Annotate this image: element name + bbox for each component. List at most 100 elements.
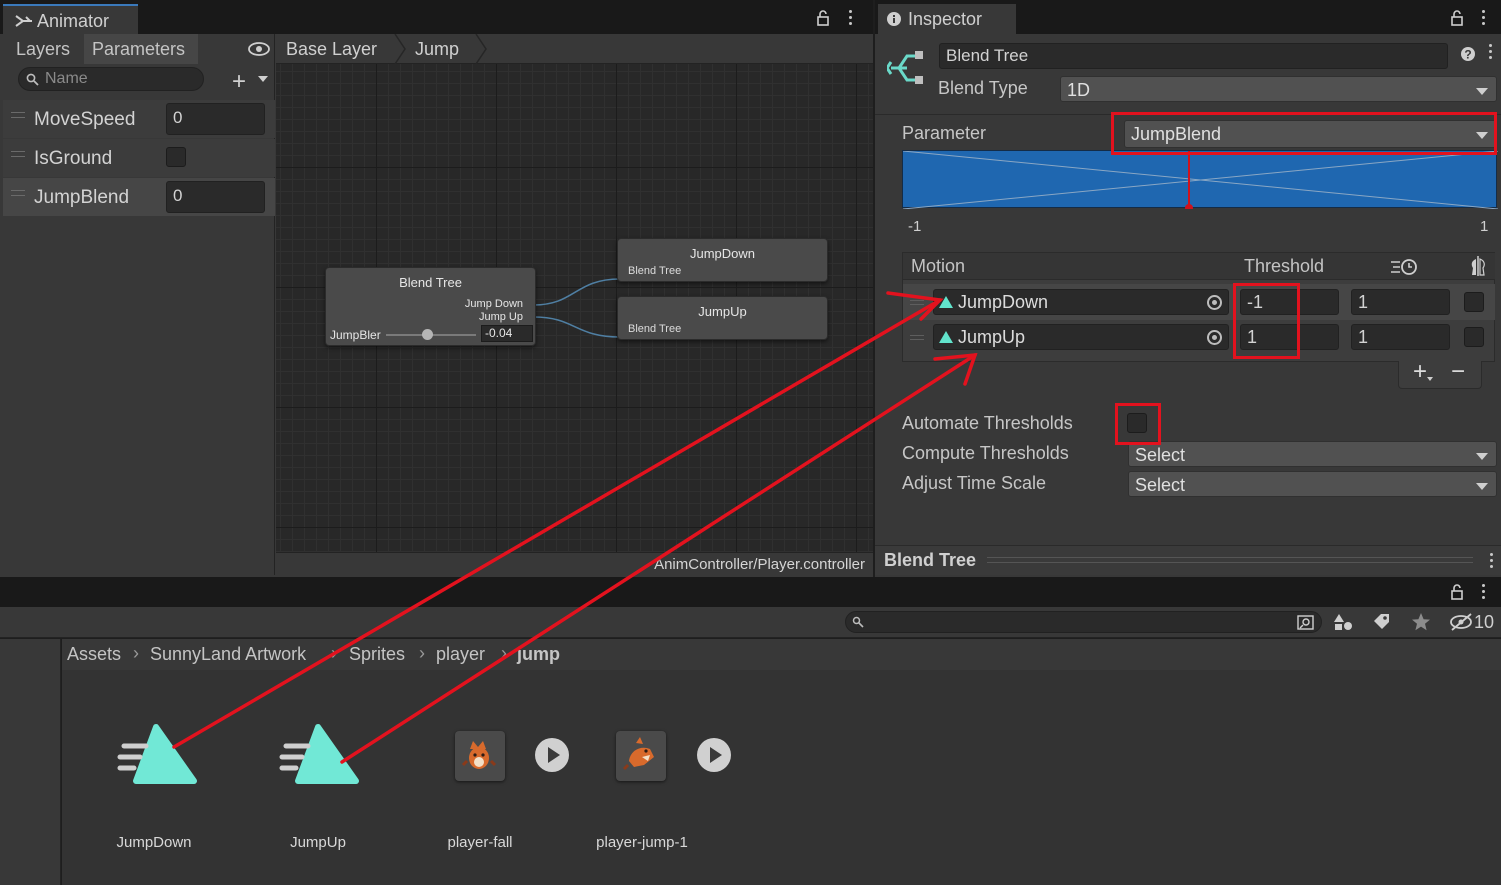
project-folder-tree xyxy=(0,639,61,885)
asset-jumpup[interactable] xyxy=(266,715,366,795)
blend-tree-name-field[interactable]: Blend Tree xyxy=(939,43,1448,69)
adjust-time-scale-label: Adjust Time Scale xyxy=(902,473,1047,493)
object-picker-icon[interactable] xyxy=(1207,330,1222,345)
jumpblend-value-field[interactable]: 0 xyxy=(166,181,265,213)
breadcrumb-jump[interactable]: jump xyxy=(517,644,560,665)
fox-sprite-icon xyxy=(622,737,654,771)
asset-jumpdown[interactable] xyxy=(104,715,204,795)
preview-menu-icon[interactable] xyxy=(1490,553,1494,571)
chevron-right-icon: › xyxy=(419,643,425,663)
inspector-menu-icon[interactable] xyxy=(1482,10,1486,28)
isground-checkbox[interactable] xyxy=(166,147,186,167)
animator-tab[interactable]: Animator xyxy=(3,4,138,34)
preview-header[interactable]: Blend Tree xyxy=(875,545,1501,575)
hidden-count: 10 xyxy=(1474,612,1495,632)
play-icon[interactable] xyxy=(535,738,569,772)
project-toolbar: 10 xyxy=(0,607,1501,638)
movespeed-value-field[interactable]: 0 xyxy=(166,103,265,135)
breadcrumb-jump[interactable]: Jump xyxy=(415,39,459,60)
range-max-label: 1 xyxy=(1480,218,1489,235)
animator-title: Animator xyxy=(37,11,110,31)
asset-label: player-fall xyxy=(447,834,513,851)
breadcrumb-sprites[interactable]: Sprites xyxy=(349,644,405,665)
adjust-time-scale-value: Select xyxy=(1135,475,1186,495)
animation-clip-icon xyxy=(939,331,953,343)
blend-type-label: Blend Type xyxy=(938,78,1028,98)
tab-layers[interactable]: Layers xyxy=(8,34,84,64)
filter-by-label-icon[interactable] xyxy=(1372,613,1392,631)
breadcrumb-player[interactable]: player xyxy=(436,644,485,665)
breadcrumb-assets[interactable]: Assets xyxy=(67,644,121,665)
motion-field-jumpup[interactable]: JumpUp xyxy=(933,324,1229,350)
annotation-automate-box xyxy=(1115,403,1161,445)
asset-player-jump-1[interactable] xyxy=(616,731,666,781)
parameter-name: MoveSpeed xyxy=(34,109,136,130)
asset-player-fall[interactable] xyxy=(455,731,505,781)
favorites-star-icon[interactable] xyxy=(1411,612,1431,632)
parameter-label: Parameter xyxy=(902,123,987,143)
project-header xyxy=(0,577,1501,607)
breadcrumb-base-layer[interactable]: Base Layer xyxy=(286,39,377,60)
inspector-tab[interactable]: Inspector xyxy=(878,4,1016,34)
adjust-time-scale-dropdown[interactable]: Select xyxy=(1128,471,1497,497)
object-picker-icon[interactable] xyxy=(1207,295,1222,310)
animation-clip-icon xyxy=(279,724,359,784)
breadcrumb-separator-icon xyxy=(475,34,487,64)
blend-weight-lines xyxy=(902,150,1499,212)
fox-sprite-icon xyxy=(461,741,497,769)
remove-motion-button[interactable]: − xyxy=(1451,358,1465,386)
jumpup-node[interactable]: JumpUp Blend Tree xyxy=(617,296,828,340)
drag-handle-icon[interactable] xyxy=(11,112,25,118)
annotation-parameter-box xyxy=(1111,112,1497,155)
asset-label: JumpUp xyxy=(290,834,346,851)
compute-thresholds-dropdown[interactable]: Select xyxy=(1128,441,1497,467)
mirror-checkbox-jumpdown[interactable] xyxy=(1464,292,1484,312)
annotation-threshold-box xyxy=(1233,283,1300,359)
node-param-label: JumpBler xyxy=(330,328,381,342)
filter-by-type-icon[interactable] xyxy=(1333,613,1353,631)
blend-graph[interactable] xyxy=(902,150,1499,212)
tab-parameters[interactable]: Parameters xyxy=(84,34,198,64)
project-search-input[interactable] xyxy=(845,611,1322,633)
blend-tree-node[interactable]: Blend Tree Jump Down Jump Up JumpBler -0… xyxy=(325,267,536,346)
asset-label: player-jump-1 xyxy=(596,834,688,851)
node-title: Blend Tree xyxy=(399,275,462,290)
eye-icon[interactable] xyxy=(247,41,271,57)
chevron-down-icon xyxy=(1476,453,1488,460)
list-add-remove: + − xyxy=(1398,358,1482,389)
drag-handle-icon[interactable] xyxy=(910,335,924,340)
search-options-icon[interactable] xyxy=(1297,614,1315,630)
hidden-packages-icon[interactable] xyxy=(1450,613,1474,631)
speed-field-jumpup[interactable]: 1 xyxy=(1351,324,1450,350)
add-motion-dropdown-icon[interactable] xyxy=(1427,377,1433,381)
speed-field-jumpdown[interactable]: 1 xyxy=(1351,289,1450,315)
play-icon[interactable] xyxy=(697,738,731,772)
parameter-search-input[interactable]: Name xyxy=(18,67,204,91)
lock-icon[interactable] xyxy=(1450,10,1464,26)
drag-handle-icon[interactable] xyxy=(11,151,25,157)
blend-type-value: 1D xyxy=(1067,80,1091,100)
animator-menu-icon[interactable] xyxy=(849,10,853,28)
jumpdown-node[interactable]: JumpDown Blend Tree xyxy=(617,238,828,282)
parameter-row-isground[interactable]: IsGround xyxy=(3,139,275,177)
lock-icon[interactable] xyxy=(816,10,830,26)
node-title: JumpDown xyxy=(689,246,756,261)
drag-handle-icon[interactable] xyxy=(11,190,25,196)
drag-handle-icon[interactable] xyxy=(910,300,924,305)
add-parameter-dropdown-icon[interactable] xyxy=(258,76,268,82)
node-param-value[interactable]: -0.04 xyxy=(481,325,533,342)
info-icon xyxy=(887,12,901,26)
node-slider-handle[interactable] xyxy=(422,329,433,340)
project-menu-icon[interactable] xyxy=(1482,584,1486,602)
motion-field-jumpdown[interactable]: JumpDown xyxy=(933,289,1229,315)
help-icon[interactable]: ? xyxy=(1460,46,1476,62)
breadcrumb-sunnyland[interactable]: SunnyLand Artwork xyxy=(150,644,306,665)
add-motion-button[interactable]: + xyxy=(1413,358,1427,386)
blend-type-dropdown[interactable]: 1D xyxy=(1060,76,1497,102)
mirror-checkbox-jumpup[interactable] xyxy=(1464,327,1484,347)
lock-icon[interactable] xyxy=(1450,584,1464,600)
preview-drag-handle[interactable] xyxy=(987,557,1473,563)
component-menu-icon[interactable] xyxy=(1489,44,1493,62)
add-parameter-button[interactable]: + xyxy=(232,68,246,96)
node-subtitle: Blend Tree xyxy=(628,265,682,277)
